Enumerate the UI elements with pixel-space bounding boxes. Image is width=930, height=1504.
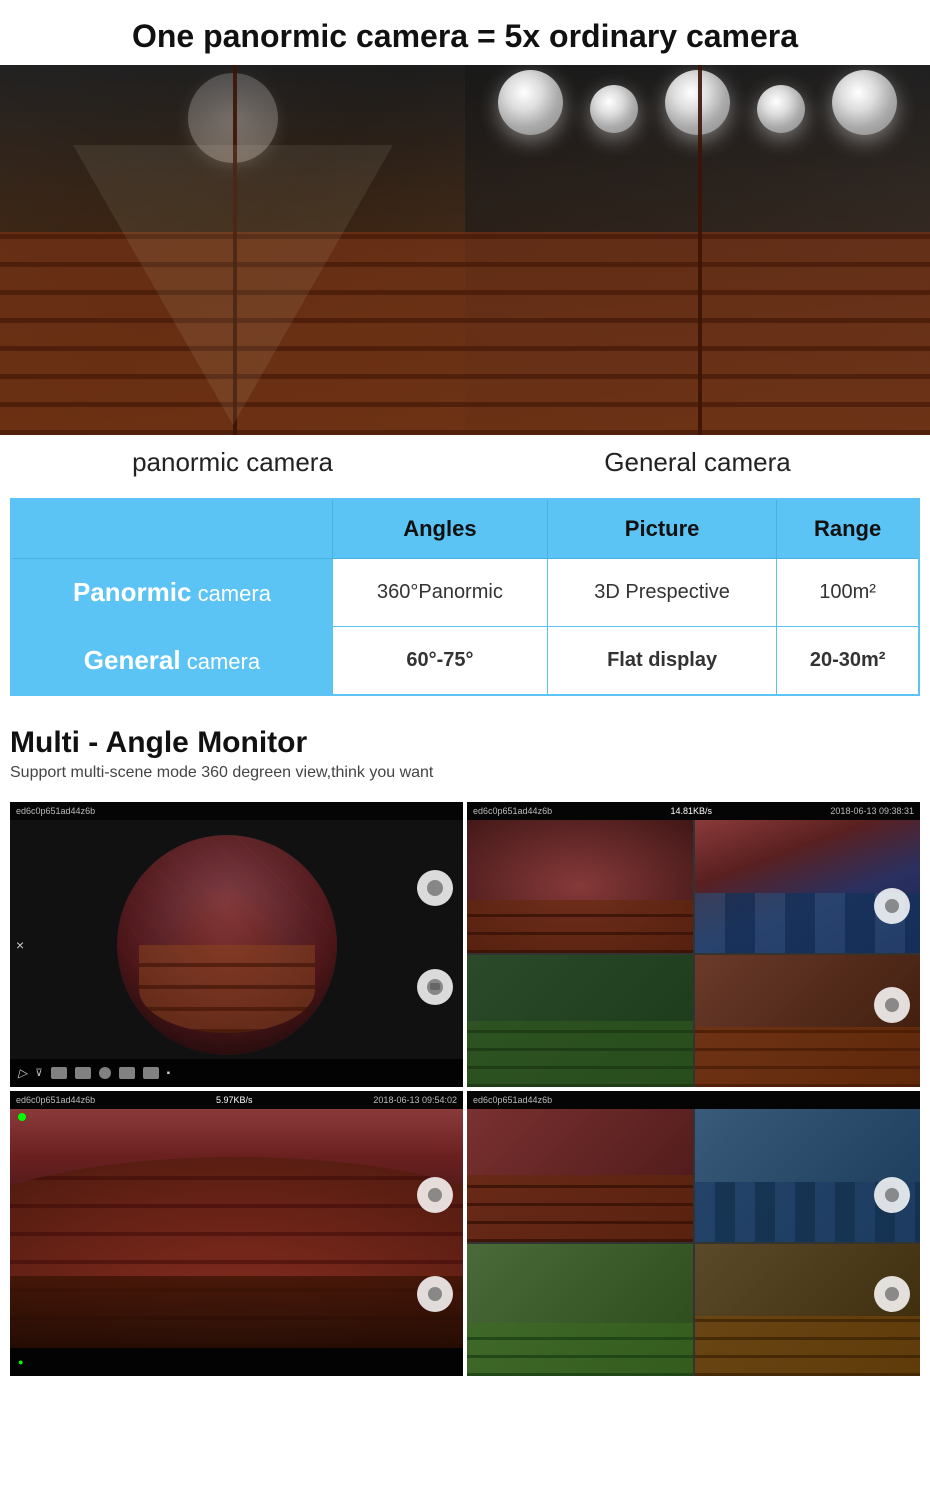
panormic-picture: 3D Prespective — [547, 559, 776, 627]
multiview-sub-3 — [467, 955, 693, 1088]
panormic-rest: camera — [191, 581, 270, 606]
general-rest: camera — [181, 649, 260, 674]
device-id-1: ed6c0p651ad44z6b — [16, 806, 95, 816]
table-header-picture: Picture — [547, 499, 776, 559]
device-time-3: 2018-06-13 09:54:02 — [373, 1095, 457, 1105]
general-picture: Flat display — [547, 627, 776, 696]
record-btn-top-3[interactable] — [417, 1177, 453, 1213]
monitor-topbar-1: ed6c0p651ad44z6b — [10, 802, 463, 820]
bookmark-icon: ⊽ — [35, 1068, 42, 1079]
grid-icon-2[interactable] — [75, 1067, 91, 1079]
record-icon-1 — [427, 880, 443, 896]
multi-angle-title: Multi - Angle Monitor — [10, 726, 920, 760]
multiview-sub-1 — [467, 820, 693, 953]
table-row-panormic: Panormic camera 360°Panormic 3D Prespect… — [11, 559, 919, 627]
panormic-camera-label: panormic camera — [0, 447, 465, 478]
settings-icon[interactable]: ▪ — [167, 1068, 171, 1079]
multiview4-sub-1 — [467, 1109, 693, 1242]
table-header-angles: Angles — [332, 499, 547, 559]
multi-angle-description: Support multi-scene mode 360 degreen vie… — [10, 764, 920, 782]
camera-icon-3 — [428, 1287, 442, 1301]
panormic-camera-name: Panormic camera — [11, 559, 332, 627]
table-header-range: Range — [777, 499, 919, 559]
panormic-bold: Panormic — [73, 577, 192, 607]
comparison-table: Angles Picture Range Panormic camera 360… — [10, 498, 920, 696]
monitor-cell-4: ed6c0p651ad44z6b — [467, 1091, 920, 1376]
dome-camera-5 — [832, 70, 897, 135]
monitor-screenshot-grid: ed6c0p651ad44z6b × ▷ ⊽ — [10, 802, 920, 1376]
circle-icon — [99, 1067, 111, 1079]
shelf-divider-right — [698, 65, 702, 435]
general-camera-name: General camera — [11, 627, 332, 696]
multiview-grid-4 — [467, 1109, 920, 1376]
grid-icon-3[interactable] — [119, 1067, 135, 1079]
record-icon-3 — [428, 1188, 442, 1202]
record-btn-bottom-3[interactable] — [417, 1276, 453, 1312]
grid-icon-4[interactable] — [143, 1067, 159, 1079]
camera-icon-2 — [885, 998, 899, 1012]
multiview4-sub-2 — [695, 1109, 921, 1242]
dome-camera-4 — [757, 85, 805, 133]
speed-label-2: 14.81KB/s — [670, 806, 712, 816]
camera-icon-4 — [885, 1287, 899, 1301]
general-angles: 60°-75° — [332, 627, 547, 696]
camera-icon-1 — [427, 979, 443, 995]
record-btn-top-1[interactable] — [417, 870, 453, 906]
record-btn-bottom-1[interactable] — [417, 969, 453, 1005]
record-icon-2 — [885, 899, 899, 913]
device-id-3: ed6c0p651ad44z6b — [16, 1095, 95, 1105]
circle-indicator-3: ● — [18, 1357, 23, 1367]
multiview-sub-2 — [695, 820, 921, 953]
multiview4-sub-3 — [467, 1244, 693, 1377]
table-row-general: General camera 60°-75° Flat display 20-3… — [11, 627, 919, 696]
panormic-range: 100m² — [777, 559, 919, 627]
general-bold: General — [84, 645, 181, 675]
camera-comparison — [0, 65, 930, 435]
general-camera-label: General camera — [465, 447, 930, 478]
page-title: One panormic camera = 5x ordinary camera — [10, 18, 920, 55]
record-btn-bottom-2[interactable] — [874, 987, 910, 1023]
device-time-2: 2018-06-13 09:38:31 — [830, 806, 914, 816]
record-btn-bottom-4[interactable] — [874, 1276, 910, 1312]
close-btn-1[interactable]: × — [16, 937, 24, 953]
fisheye-circle-1 — [117, 835, 337, 1055]
camera-labels: panormic camera General camera — [0, 435, 930, 498]
multi-angle-section: Multi - Angle Monitor Support multi-scen… — [0, 716, 930, 802]
record-btn-top-4[interactable] — [874, 1177, 910, 1213]
record-btn-top-2[interactable] — [874, 888, 910, 924]
general-range: 20-30m² — [777, 627, 919, 696]
recording-dot-3 — [18, 1113, 26, 1121]
monitor-topbar-2: ed6c0p651ad44z6b 14.81KB/s 2018-06-13 09… — [467, 802, 920, 820]
multiview-grid-2 — [467, 820, 920, 1087]
device-id-4: ed6c0p651ad44z6b — [473, 1095, 552, 1105]
monitor-cell-3: ed6c0p651ad44z6b 5.97KB/s 2018-06-13 09:… — [10, 1091, 463, 1376]
grid-icon-1[interactable] — [51, 1067, 67, 1079]
monitor-bottombar-1: ▷ ⊽ ▪ — [10, 1059, 463, 1087]
record-icon-4 — [885, 1188, 899, 1202]
monitor-topbar-4: ed6c0p651ad44z6b — [467, 1091, 920, 1109]
table-header-name — [11, 499, 332, 559]
general-camera-image — [465, 65, 930, 435]
monitor-bottombar-3: ● — [10, 1348, 463, 1376]
panoramic-wide-view — [10, 1109, 463, 1348]
dome-camera-2 — [590, 85, 638, 133]
monitor-topbar-3: ed6c0p651ad44z6b 5.97KB/s 2018-06-13 09:… — [10, 1091, 463, 1109]
monitor-cell-2: ed6c0p651ad44z6b 14.81KB/s 2018-06-13 09… — [467, 802, 920, 1087]
speed-label-3: 5.97KB/s — [216, 1095, 253, 1105]
device-id-2: ed6c0p651ad44z6b — [473, 806, 552, 816]
monitor-cell-1: ed6c0p651ad44z6b × ▷ ⊽ — [10, 802, 463, 1087]
panormic-angles: 360°Panormic — [332, 559, 547, 627]
dome-camera-1 — [498, 70, 563, 135]
panormic-camera-image — [0, 65, 465, 435]
header-section: One panormic camera = 5x ordinary camera — [0, 0, 930, 65]
play-icon: ▷ — [18, 1066, 27, 1080]
